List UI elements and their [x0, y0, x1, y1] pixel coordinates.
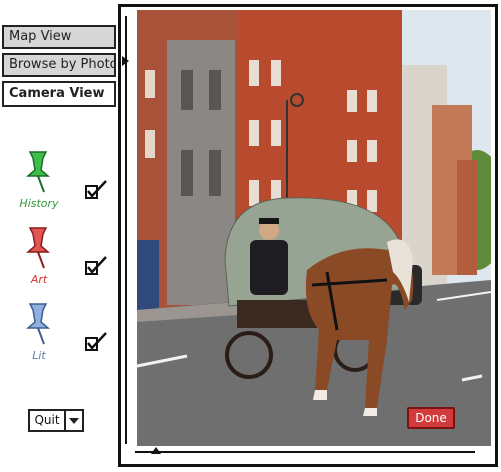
chevron-down-icon[interactable]: [66, 411, 82, 430]
art-checkbox[interactable]: [84, 254, 108, 278]
history-checkbox[interactable]: [84, 178, 108, 202]
category-label: Art: [30, 273, 48, 286]
quit-label: Quit: [30, 411, 66, 430]
horizontal-slider-handle[interactable]: [151, 447, 161, 454]
category-lit: Lit: [12, 302, 117, 372]
quit-dropdown[interactable]: Quit: [28, 409, 84, 432]
lit-checkbox[interactable]: [84, 330, 108, 354]
pushpin-icon: [25, 227, 51, 269]
camera-photo[interactable]: [137, 10, 491, 446]
pushpin-icon: [25, 303, 51, 345]
category-label: Lit: [32, 349, 46, 362]
tab-camera-view[interactable]: Camera View: [2, 81, 116, 107]
category-label: History: [19, 197, 59, 210]
tab-browse-by-photos[interactable]: Browse by Photos: [2, 53, 116, 77]
category-art: Art: [12, 226, 117, 296]
done-button[interactable]: Done: [407, 407, 455, 429]
horizontal-slider-track: [135, 451, 475, 453]
category-history: History: [12, 150, 117, 220]
vertical-slider-handle[interactable]: [122, 56, 129, 66]
vertical-slider-track: [125, 16, 131, 444]
pushpin-icon: [25, 151, 51, 193]
tab-map-view[interactable]: Map View: [2, 25, 116, 49]
